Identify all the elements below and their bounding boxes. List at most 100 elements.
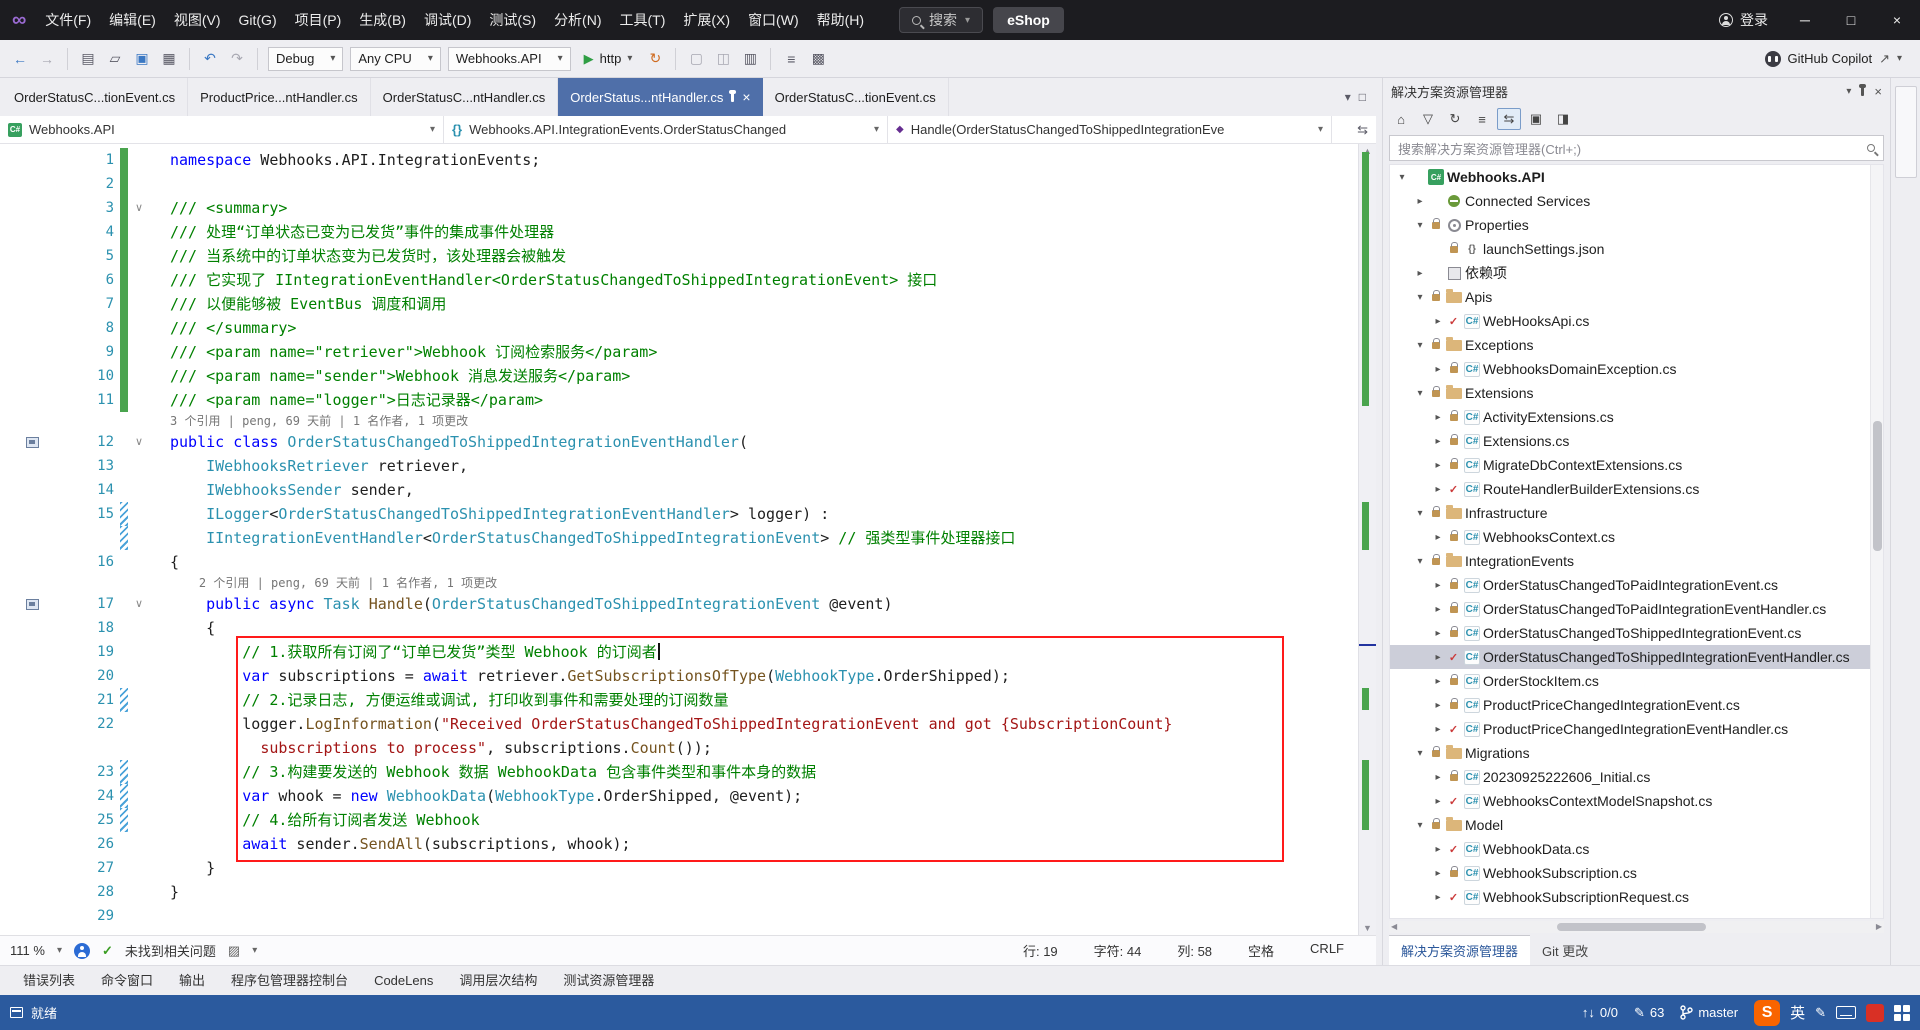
line-ending-indicator[interactable]: CRLF bbox=[1310, 941, 1344, 960]
code-row[interactable]: 9 /// <param name="retriever">Webhook 订阅检… bbox=[0, 340, 1358, 364]
tree-item[interactable]: ▾ Model bbox=[1390, 813, 1883, 837]
code-row[interactable]: 6 /// 它实现了 IIntegrationEventHandler<Order… bbox=[0, 268, 1358, 292]
expander-icon[interactable]: ▸ bbox=[1430, 724, 1446, 735]
code-row[interactable]: 15 ILogger<OrderStatusChangedToShippedIn… bbox=[0, 502, 1358, 526]
sync-with-active-document-icon[interactable]: ⇆ bbox=[1497, 108, 1521, 130]
tree-item[interactable]: ▸ C# Extensions.cs bbox=[1390, 429, 1883, 453]
panel-tab[interactable]: 测试资源管理器 bbox=[550, 966, 667, 996]
code-row[interactable]: 3 个引用 | peng, 69 天前 | 1 名作者, 1 项更改 bbox=[0, 412, 1358, 430]
code-cleanup-icon[interactable]: ▨ bbox=[228, 943, 240, 959]
tree-item[interactable]: ▸ ✓ C# WebhookSubscriptionRequest.cs bbox=[1390, 885, 1883, 909]
tab-solution-explorer[interactable]: 解决方案资源管理器 bbox=[1389, 935, 1531, 965]
scrollbar-thumb[interactable] bbox=[1873, 421, 1882, 552]
code-row[interactable]: 24 var whook = new WebhookData(WebhookTy… bbox=[0, 784, 1358, 808]
sign-in-button[interactable]: 登录 bbox=[1705, 0, 1782, 40]
menu-item[interactable]: Git(G) bbox=[230, 0, 286, 40]
ime-language-indicator[interactable]: 英 bbox=[1790, 1002, 1805, 1023]
code-row[interactable]: 2 个引用 | peng, 69 天前 | 1 名作者, 1 项更改 bbox=[0, 574, 1358, 592]
menu-item[interactable]: 视图(V) bbox=[165, 0, 230, 40]
maximize-button[interactable]: □ bbox=[1828, 0, 1874, 40]
ime-pencil-icon[interactable]: ✎ bbox=[1815, 1005, 1826, 1021]
code-row[interactable]: IIntegrationEventHandler<OrderStatusChan… bbox=[0, 526, 1358, 550]
menu-item[interactable]: 工具(T) bbox=[611, 0, 675, 40]
column-indicator[interactable]: 列: 58 bbox=[1177, 941, 1212, 960]
expander-icon[interactable]: ▾ bbox=[1412, 220, 1428, 231]
code-row[interactable]: 18 { bbox=[0, 616, 1358, 640]
tree-item[interactable]: ▸ 依赖项 bbox=[1390, 261, 1883, 285]
tree-item[interactable]: ▾ Exceptions bbox=[1390, 333, 1883, 357]
expander-icon[interactable]: ▸ bbox=[1430, 412, 1446, 423]
menu-item[interactable]: 帮助(H) bbox=[808, 0, 873, 40]
split-editor-icon[interactable]: ⇆ bbox=[1357, 122, 1368, 138]
grid-icon[interactable] bbox=[1894, 1004, 1910, 1021]
fold-caret-icon[interactable]: ∨ bbox=[128, 430, 150, 454]
accessibility-checker-icon[interactable] bbox=[73, 942, 90, 959]
tree-item[interactable]: ▸ C# OrderStatusChangedToPaidIntegrationEv… bbox=[1390, 573, 1883, 597]
document-tab[interactable]: OrderStatus...ntHandler.cs × bbox=[558, 78, 763, 116]
close-button[interactable]: × bbox=[1874, 0, 1920, 40]
expander-icon[interactable]: ▸ bbox=[1430, 700, 1446, 711]
code-area[interactable]: 1 namespace Webhooks.API.IntegrationEvent… bbox=[0, 144, 1358, 935]
step-buttons[interactable]: ◫ bbox=[711, 46, 735, 72]
project-breadcrumb-dropdown[interactable]: C# Webhooks.API ▾ bbox=[0, 116, 444, 143]
menu-item[interactable]: 调试(D) bbox=[415, 0, 480, 40]
fold-caret-icon[interactable]: ∨ bbox=[128, 592, 150, 616]
tree-item[interactable]: ▸ C# 20230925222606_Initial.cs bbox=[1390, 765, 1883, 789]
code-row[interactable]: 22 logger.LogInformation("Received Order… bbox=[0, 712, 1358, 736]
panel-tab[interactable]: CodeLens bbox=[361, 966, 446, 996]
zoom-level[interactable]: 111 % bbox=[10, 943, 45, 958]
tree-item[interactable]: ▸ ✓ C# OrderStatusChangedToShippedIntegrati… bbox=[1390, 645, 1883, 669]
pin-icon[interactable] bbox=[729, 89, 737, 102]
menu-item[interactable]: 项目(P) bbox=[286, 0, 351, 40]
expander-icon[interactable]: ▸ bbox=[1412, 196, 1428, 207]
panel-tab[interactable]: 错误列表 bbox=[10, 966, 88, 996]
expander-icon[interactable]: ▾ bbox=[1394, 172, 1410, 183]
code-row[interactable]: 23 // 3.构建要发送的 Webhook 数据 WebhookData 包含… bbox=[0, 760, 1358, 784]
pending-edits-indicator[interactable]: ✎ 63 bbox=[1634, 1005, 1664, 1021]
code-row[interactable]: 8 /// </summary> bbox=[0, 316, 1358, 340]
fold-caret-icon[interactable]: ∨ bbox=[128, 196, 150, 220]
chevron-down-icon[interactable]: ▾ bbox=[1846, 86, 1851, 97]
code-editor[interactable]: 1 namespace Webhooks.API.IntegrationEvent… bbox=[0, 144, 1376, 935]
code-row[interactable]: 10 /// <param name="sender">Webhook 消息发送服… bbox=[0, 364, 1358, 388]
background-tasks-icon[interactable] bbox=[10, 1007, 23, 1018]
document-tab[interactable]: OrderStatusC...tionEvent.cs bbox=[2, 78, 189, 116]
redo-button[interactable]: ↷ bbox=[225, 46, 249, 72]
code-row[interactable]: 17 ∨ public async Task Handle(OrderStatus… bbox=[0, 592, 1358, 616]
new-file-button[interactable]: ▤ bbox=[76, 46, 100, 72]
code-row[interactable]: 29 bbox=[0, 904, 1358, 928]
document-health-label[interactable]: 未找到相关问题 bbox=[125, 941, 216, 960]
line-indicator[interactable]: 行: 19 bbox=[1023, 941, 1058, 960]
expander-icon[interactable]: ▸ bbox=[1430, 772, 1446, 783]
tree-item[interactable]: ▸ C# WebhookSubscription.cs bbox=[1390, 861, 1883, 885]
document-list-chevron-icon[interactable]: ▾ bbox=[1345, 90, 1351, 104]
expander-icon[interactable]: ▸ bbox=[1430, 796, 1446, 807]
tree-item[interactable]: ▸ C# MigrateDbContextExtensions.cs bbox=[1390, 453, 1883, 477]
code-row[interactable]: 1 namespace Webhooks.API.IntegrationEvent… bbox=[0, 148, 1358, 172]
startup-project-dropdown[interactable]: Webhooks.API ▾ bbox=[447, 46, 571, 71]
type-breadcrumb-dropdown[interactable]: {} Webhooks.API.IntegrationEvents.OrderS… bbox=[444, 116, 888, 143]
tree-item[interactable]: ▸ ✓ C# WebhooksContextModelSnapshot.cs bbox=[1390, 789, 1883, 813]
collapse-all-icon[interactable]: ≡ bbox=[1470, 108, 1494, 130]
tree-scrollbar[interactable] bbox=[1870, 165, 1883, 918]
close-icon[interactable]: × bbox=[1874, 84, 1882, 99]
pin-icon[interactable] bbox=[1859, 83, 1867, 96]
code-row[interactable]: 11 /// <param name="logger">日志记录器</param> bbox=[0, 388, 1358, 412]
expander-icon[interactable]: ▸ bbox=[1430, 892, 1446, 903]
git-branch-indicator[interactable]: master bbox=[1680, 1005, 1738, 1020]
code-row[interactable]: 2 bbox=[0, 172, 1358, 196]
expander-icon[interactable]: ▸ bbox=[1430, 628, 1446, 639]
code-row[interactable]: 21 // 2.记录日志, 方便运维或调试, 打印收到事件和需要处理的订阅数量 bbox=[0, 688, 1358, 712]
ime-toolbox-icon[interactable] bbox=[1866, 1003, 1884, 1022]
menu-item[interactable]: 扩展(X) bbox=[674, 0, 739, 40]
git-sync-indicator[interactable]: ↑↓ 0/0 bbox=[1582, 1005, 1618, 1020]
debug-configuration-dropdown[interactable]: Debug ▾ bbox=[268, 46, 344, 71]
menu-item[interactable]: 生成(B) bbox=[350, 0, 415, 40]
code-row[interactable]: 25 // 4.给所有订阅者发送 Webhook bbox=[0, 808, 1358, 832]
code-row[interactable]: 27 } bbox=[0, 856, 1358, 880]
refresh-icon[interactable]: ↻ bbox=[1443, 108, 1467, 130]
code-row[interactable]: 5 /// 当系统中的订单状态变为已发货时，该处理器会被触发 bbox=[0, 244, 1358, 268]
tree-item[interactable]: ▾ IntegrationEvents bbox=[1390, 549, 1883, 573]
code-row[interactable]: 12 ∨ public class OrderStatusChangedToShip… bbox=[0, 430, 1358, 454]
scroll-right-icon[interactable]: ▶ bbox=[1876, 921, 1882, 933]
